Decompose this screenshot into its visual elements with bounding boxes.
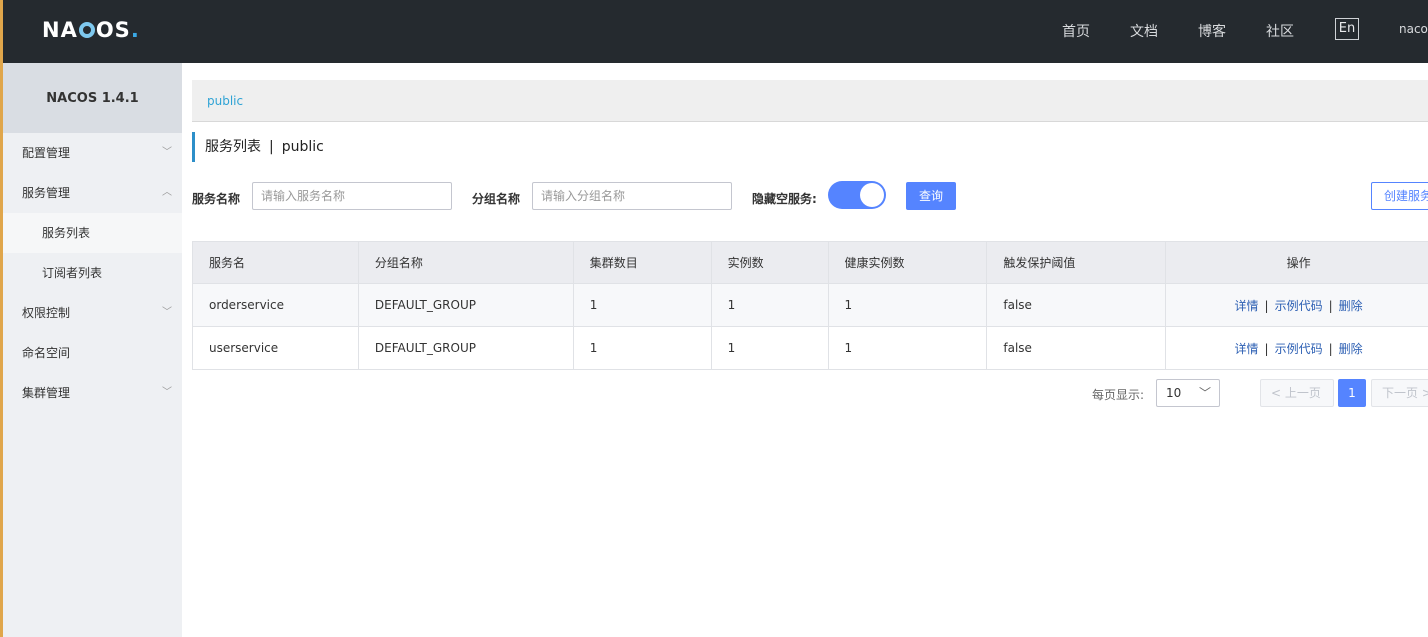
sample-code-link[interactable]: 示例代码 (1275, 299, 1323, 313)
hide-empty-label: 隐藏空服务: (752, 192, 817, 206)
logo-text-post: OS (95, 18, 131, 42)
namespace-bar: public (192, 80, 1428, 122)
nav-blog[interactable]: 博客 (1198, 21, 1226, 41)
delete-link[interactable]: 删除 (1339, 299, 1363, 313)
page-title-separator: | (269, 139, 274, 155)
per-page-select[interactable]: 10 ﹀ (1156, 379, 1220, 407)
chevron-down-icon: ﹀ (162, 387, 172, 398)
detail-link[interactable]: 详情 (1235, 299, 1259, 313)
cell-operations: 详情 | 示例代码 | 删除 (1165, 283, 1428, 327)
cell-healthy-count: 1 (827, 326, 988, 370)
sidebar-subitem-service-list[interactable]: 服务列表 (3, 213, 182, 253)
language-switch-button[interactable]: En (1335, 18, 1359, 40)
nav-community[interactable]: 社区 (1266, 21, 1294, 41)
sidebar-item-label: 集群管理 (22, 386, 71, 400)
prev-page-button[interactable]: < 上一页 (1260, 379, 1334, 407)
sidebar: NACOS 1.4.1 配置管理 ﹀ 服务管理 ︿ 服务列表 订阅者列表 权限控… (3, 63, 182, 637)
chevron-up-icon: ︿ (162, 187, 172, 198)
per-page-label: 每页显示: (1092, 388, 1145, 402)
chevron-down-icon: ﹀ (162, 147, 172, 158)
sidebar-item-auth[interactable]: 权限控制 ﹀ (3, 293, 182, 333)
sidebar-title: NACOS 1.4.1 (3, 63, 182, 133)
detail-link[interactable]: 详情 (1235, 342, 1259, 356)
op-separator: | (1328, 341, 1333, 356)
cell-cluster-count: 1 (572, 283, 712, 327)
column-header-healthy-count: 健康实例数 (827, 241, 988, 284)
create-service-button[interactable]: 创建服务 (1371, 182, 1428, 210)
column-header-service-name: 服务名 (192, 241, 359, 284)
page-title-namespace: public (281, 139, 324, 155)
delete-link[interactable]: 删除 (1339, 342, 1363, 356)
page-title: 服务列表 | public (192, 132, 324, 162)
cell-group-name: DEFAULT_GROUP (357, 283, 574, 327)
sidebar-item-label: 配置管理 (22, 146, 71, 160)
column-header-cluster-count: 集群数目 (572, 241, 712, 284)
query-button[interactable]: 查询 (906, 182, 956, 210)
top-navbar: NA OS. 首页 文档 博客 社区 En nacos (0, 0, 1428, 63)
sidebar-item-cluster[interactable]: 集群管理 ﹀ (3, 373, 182, 413)
main-content: public 服务列表 | public 服务名称 请输入服务名称 分组名称 请输入… (182, 63, 1428, 637)
nav-docs[interactable]: 文档 (1130, 21, 1158, 41)
chevron-down-icon: ﹀ (162, 307, 172, 318)
sidebar-item-namespace[interactable]: 命名空间 (3, 333, 182, 373)
column-header-operations: 操作 (1165, 241, 1428, 284)
cell-group-name: DEFAULT_GROUP (357, 326, 574, 370)
namespace-tab-public[interactable]: public (207, 94, 243, 108)
per-page-value: 10 (1166, 386, 1182, 400)
service-name-input[interactable]: 请输入服务名称 (252, 182, 452, 210)
column-header-protect-threshold: 触发保护阈值 (986, 241, 1167, 284)
cell-cluster-count: 1 (572, 326, 712, 370)
next-page-button[interactable]: 下一页 > (1371, 379, 1428, 407)
chevron-down-icon: ﹀ (1198, 386, 1211, 400)
op-separator: | (1264, 341, 1269, 356)
sidebar-item-label: 服务管理 (22, 186, 71, 200)
sidebar-item-config[interactable]: 配置管理 ﹀ (3, 133, 182, 173)
sidebar-subitem-subscriber-list[interactable]: 订阅者列表 (3, 253, 182, 293)
sidebar-item-service[interactable]: 服务管理 ︿ (3, 173, 182, 213)
page-title-text: 服务列表 (205, 139, 261, 155)
page-number-current[interactable]: 1 (1338, 379, 1366, 407)
op-separator: | (1328, 298, 1333, 313)
cell-protect-threshold: false (986, 326, 1167, 370)
cell-service-name: userservice (192, 326, 359, 370)
group-name-input[interactable]: 请输入分组名称 (532, 182, 732, 210)
column-header-group-name: 分组名称 (357, 241, 574, 284)
window-edge (0, 0, 3, 637)
toggle-knob (860, 183, 884, 207)
table-header-row: 服务名 分组名称 集群数目 实例数 健康实例数 触发保护阈值 操作 (192, 241, 1428, 284)
user-menu[interactable]: nacos (1399, 22, 1428, 36)
cell-service-name: orderservice (192, 283, 359, 327)
service-name-label: 服务名称 (192, 192, 241, 206)
cell-protect-threshold: false (986, 283, 1167, 327)
cell-operations: 详情 | 示例代码 | 删除 (1165, 326, 1428, 370)
sidebar-item-label: 权限控制 (22, 306, 71, 320)
sidebar-item-label: 命名空间 (22, 346, 71, 360)
nacos-logo[interactable]: NA OS. (42, 16, 140, 44)
cell-instance-count: 1 (710, 283, 829, 327)
group-name-label: 分组名称 (472, 192, 521, 206)
logo-text-pre: NA (42, 18, 78, 42)
cell-healthy-count: 1 (827, 283, 988, 327)
column-header-instance-count: 实例数 (710, 241, 829, 284)
cell-instance-count: 1 (710, 326, 829, 370)
service-table: 服务名 分组名称 集群数目 实例数 健康实例数 触发保护阈值 操作 orders… (192, 241, 1428, 370)
nav-home[interactable]: 首页 (1062, 21, 1090, 41)
hide-empty-toggle[interactable] (828, 181, 886, 209)
table-row: userservice DEFAULT_GROUP 1 1 1 false 详情… (192, 326, 1428, 370)
sample-code-link[interactable]: 示例代码 (1275, 342, 1323, 356)
op-separator: | (1264, 298, 1269, 313)
logo-ring-icon (78, 22, 95, 38)
table-row: orderservice DEFAULT_GROUP 1 1 1 false 详… (192, 283, 1428, 327)
logo-dot: . (130, 18, 140, 42)
